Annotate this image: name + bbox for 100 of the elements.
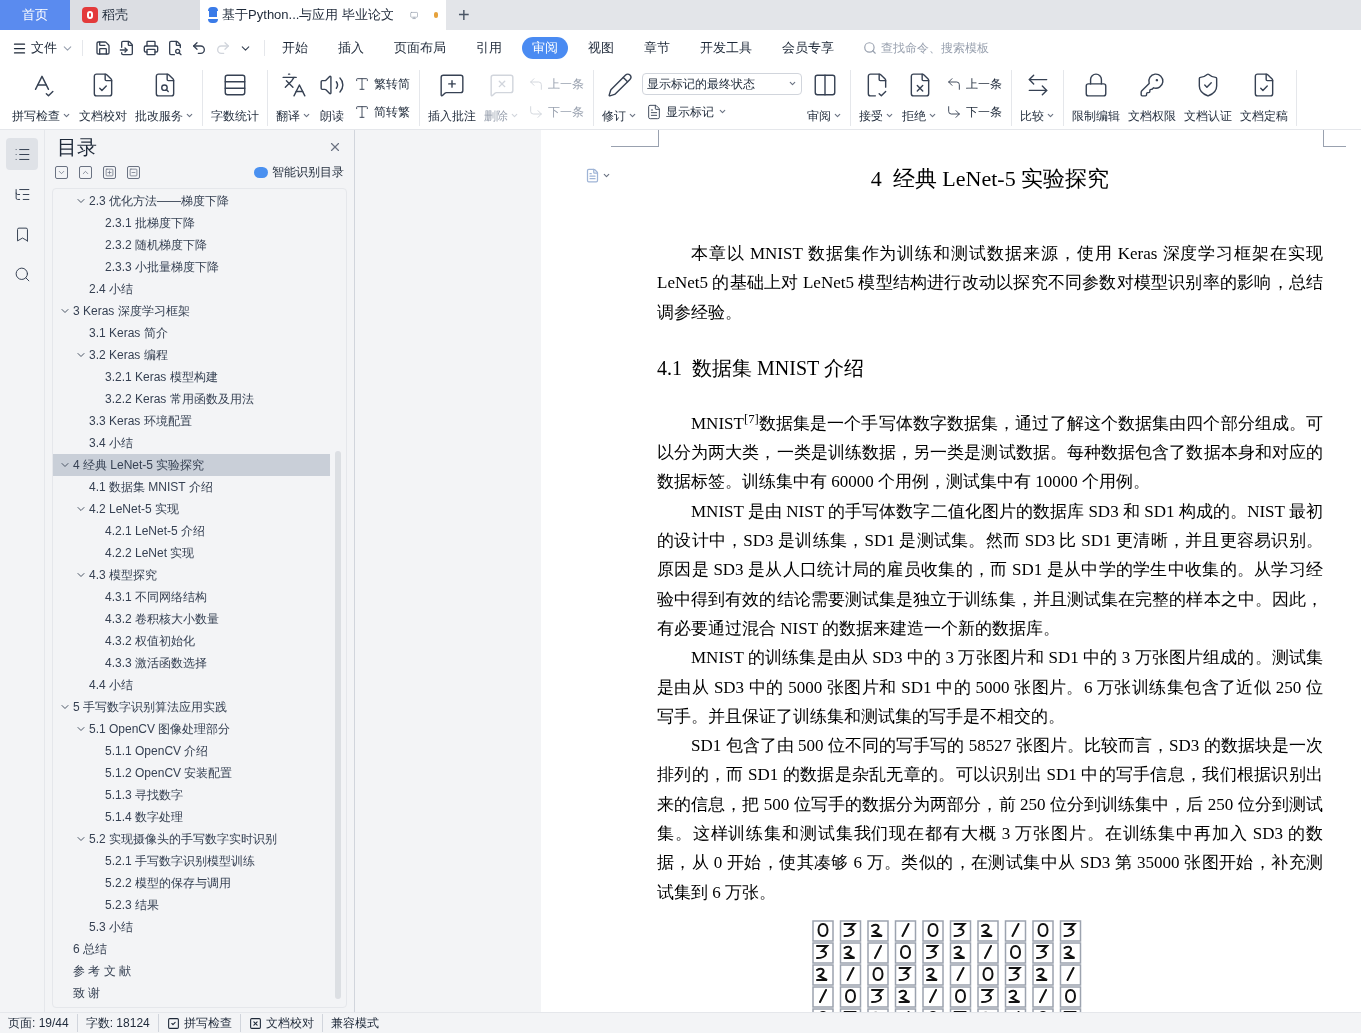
search-icon [13, 265, 31, 283]
toc-tool-button[interactable] [55, 165, 68, 179]
toc-item[interactable]: 4.1 数据集 MNIST 介绍 [53, 476, 330, 498]
caret-icon [788, 79, 797, 88]
ribbon-button[interactable]: 拼写检查 [9, 71, 74, 124]
ribbon-button[interactable]: 文档定稿 [1237, 71, 1291, 124]
toc-item[interactable]: 5.2.2 模型的保存与调用 [53, 872, 330, 894]
toc-item[interactable]: 4.4 小结 [53, 674, 330, 696]
caret-icon [302, 111, 311, 120]
caret-icon [185, 111, 194, 120]
page-count: 页面: 19/44 [8, 1014, 78, 1032]
toc-item[interactable]: 2.3.3 小批量梯度下降 [53, 256, 330, 278]
toc-tool-button[interactable] [103, 165, 116, 179]
export-icon[interactable] [119, 40, 135, 56]
toc-item[interactable]: 2.3.2 随机梯度下降 [53, 234, 330, 256]
toc-item[interactable]: 4.2.2 LeNet 实现 [53, 542, 330, 564]
ribbon-button[interactable]: 显示标记 [642, 100, 802, 123]
ribbon-button[interactable]: 朗读 [316, 71, 348, 124]
toc-item[interactable]: 4.3.2 卷积核大小数量 [53, 608, 330, 630]
ribbon-button[interactable]: 审阅 [804, 71, 845, 124]
ribbon-button[interactable]: 批改服务 [132, 71, 197, 124]
ribbon-button[interactable]: 文档校对 [76, 71, 130, 124]
toc-item[interactable]: 3.4 小结 [53, 432, 330, 454]
toc-tool-button[interactable] [79, 165, 92, 179]
proofread-button[interactable]: 文档校对 [240, 1014, 323, 1032]
toc-item[interactable]: 5.1.3 寻找数字 [53, 784, 330, 806]
window-tab[interactable]: 稻壳 [70, 0, 200, 30]
toc-item[interactable]: 5.2.1 手写数字识别模型训练 [53, 850, 330, 872]
toc-item[interactable]: 4.3.1 不同网络结构 [53, 586, 330, 608]
toc-item[interactable]: 4.3 模型探究 [53, 564, 330, 586]
toc-item[interactable]: 5.1.1 OpenCV 介绍 [53, 740, 330, 762]
toc-item[interactable]: 4.3.2 权值初始化 [53, 630, 330, 652]
print-icon[interactable] [143, 40, 159, 56]
text-icon [354, 75, 370, 92]
undo-icon[interactable] [191, 40, 207, 56]
ribbon-tab[interactable]: 开始 [272, 37, 318, 59]
ribbon-button[interactable]: 插入批注 [425, 71, 479, 124]
caret-icon [928, 111, 937, 120]
toc-item[interactable]: 6 总结 [53, 938, 330, 960]
ribbon-button[interactable]: 字数统计 [208, 71, 262, 124]
toc-item[interactable]: 3.2.2 Keras 常用函数及用法 [53, 388, 330, 410]
ribbon-button[interactable]: 繁转简 [350, 72, 414, 95]
toc-item[interactable]: 4 经典 LeNet-5 实验探究 [53, 454, 330, 476]
markup-select[interactable]: 显示标记的最终状态 [642, 72, 802, 95]
spell-check-button[interactable]: 拼写检查 [158, 1014, 241, 1032]
caret-icon [718, 107, 727, 116]
toc-item[interactable]: 3.2.1 Keras 模型构建 [53, 366, 330, 388]
toc-item[interactable]: 致 谢 [53, 982, 330, 1004]
x-icon [248, 1016, 262, 1030]
file-menu[interactable]: 文件 [8, 38, 78, 58]
ribbon-tab[interactable]: 引用 [466, 37, 512, 59]
toc-item[interactable]: 2.4 小结 [53, 278, 330, 300]
ribbon-button[interactable]: 上一条 [942, 72, 1006, 95]
new-tab-button[interactable]: + [446, 0, 482, 30]
ribbon-button[interactable]: 文档认证 [1181, 71, 1235, 124]
smart-toc-button[interactable]: 智能识别目录 [254, 163, 344, 181]
toc-item[interactable]: 2.3.1 批梯度下降 [53, 212, 330, 234]
side-rail-button[interactable] [6, 138, 38, 170]
toc-item[interactable]: 3.1 Keras 简介 [53, 322, 330, 344]
caret-icon [885, 111, 894, 120]
toc-item[interactable]: 4.2.1 LeNet-5 介绍 [53, 520, 330, 542]
toc-item[interactable]: 参 考 文 献 [53, 960, 330, 982]
ribbon-tab[interactable]: 章节 [634, 37, 680, 59]
paragraph: MNIST$^{[7]}$数据集是一个手写体数字数据集，通过了解这个数据集由四个部分组成。可以分为两大类，一类是训练数据，另一类是测试数据。每种数据包含了数据本身和对应的数据标签。训练集中有 60000 个用例，测试集中有 10000 个用例。 [657, 410, 1323, 494]
toc-item[interactable]: 3 Keras 深度学习框架 [53, 300, 330, 322]
window-tab[interactable]: 基于Python...与应用 毕业论文 [200, 0, 446, 30]
toc-item[interactable]: 3.2 Keras 编程 [53, 344, 330, 366]
ribbon-tab[interactable]: 插入 [328, 37, 374, 59]
toc-item[interactable]: 4.3.3 激活函数选择 [53, 652, 330, 674]
toc-item[interactable]: 5.3 小结 [53, 916, 330, 938]
preview-icon[interactable] [167, 40, 183, 56]
toc-item[interactable]: 4.2 LeNet-5 实现 [53, 498, 330, 520]
ribbon-tab[interactable]: 页面布局 [384, 37, 456, 59]
ribbon-button[interactable]: 下一条 [942, 100, 1006, 123]
ribbon-button[interactable]: 翻译 [273, 71, 314, 124]
ribbon-button[interactable]: 修订 [599, 71, 640, 124]
ribbon-tab[interactable]: 视图 [578, 37, 624, 59]
toc-item[interactable]: 3.3 Keras 环境配置 [53, 410, 330, 432]
toc-item[interactable]: 2.3 优化方法——梯度下降 [53, 190, 330, 212]
ribbon-button[interactable]: 限制编辑 [1069, 71, 1123, 124]
ribbon-button[interactable]: 拒绝 [899, 71, 940, 124]
text-icon [354, 103, 370, 120]
close-icon[interactable] [328, 140, 342, 154]
ribbon-tab[interactable]: 会员专享 [772, 37, 844, 59]
toc-item[interactable]: 5 手写数字识别算法应用实践 [53, 696, 330, 718]
toc-item[interactable]: 5.2 实现摄像头的手写数字实时识别 [53, 828, 330, 850]
ribbon-button[interactable]: 比较 [1017, 71, 1058, 124]
ribbon-button[interactable]: 文档权限 [1125, 71, 1179, 124]
toc-item[interactable]: 5.1 OpenCV 图像处理部分 [53, 718, 330, 740]
ribbon-tab[interactable]: 开发工具 [690, 37, 762, 59]
compatibility-mode: 兼容模式 [329, 1015, 380, 1032]
ribbon-button[interactable]: 接受 [856, 71, 897, 124]
save-icon[interactable] [95, 40, 111, 56]
ribbon-button[interactable]: 简转繁 [350, 100, 414, 123]
toc-item[interactable]: 5.1.2 OpenCV 安装配置 [53, 762, 330, 784]
toc-item[interactable]: 5.1.4 数字处理 [53, 806, 330, 828]
toc-item[interactable]: 5.2.3 结果 [53, 894, 330, 916]
toc-tool-button[interactable] [127, 165, 140, 179]
command-search-field[interactable]: 查找命令、搜索模板 [863, 39, 1031, 57]
paragraph: MNIST 的训练集是由从 SD3 中的 3 万张图片和 SD1 中的 3 万张图片组成的。测试集是由从 SD3 中的 5000 张图片和 SD1 中的 5000 张图片。6 万张训练集包含了近似 250 位写手。并且保证了训练集和测试集的写手是不相交的。 [657, 647, 1323, 728]
